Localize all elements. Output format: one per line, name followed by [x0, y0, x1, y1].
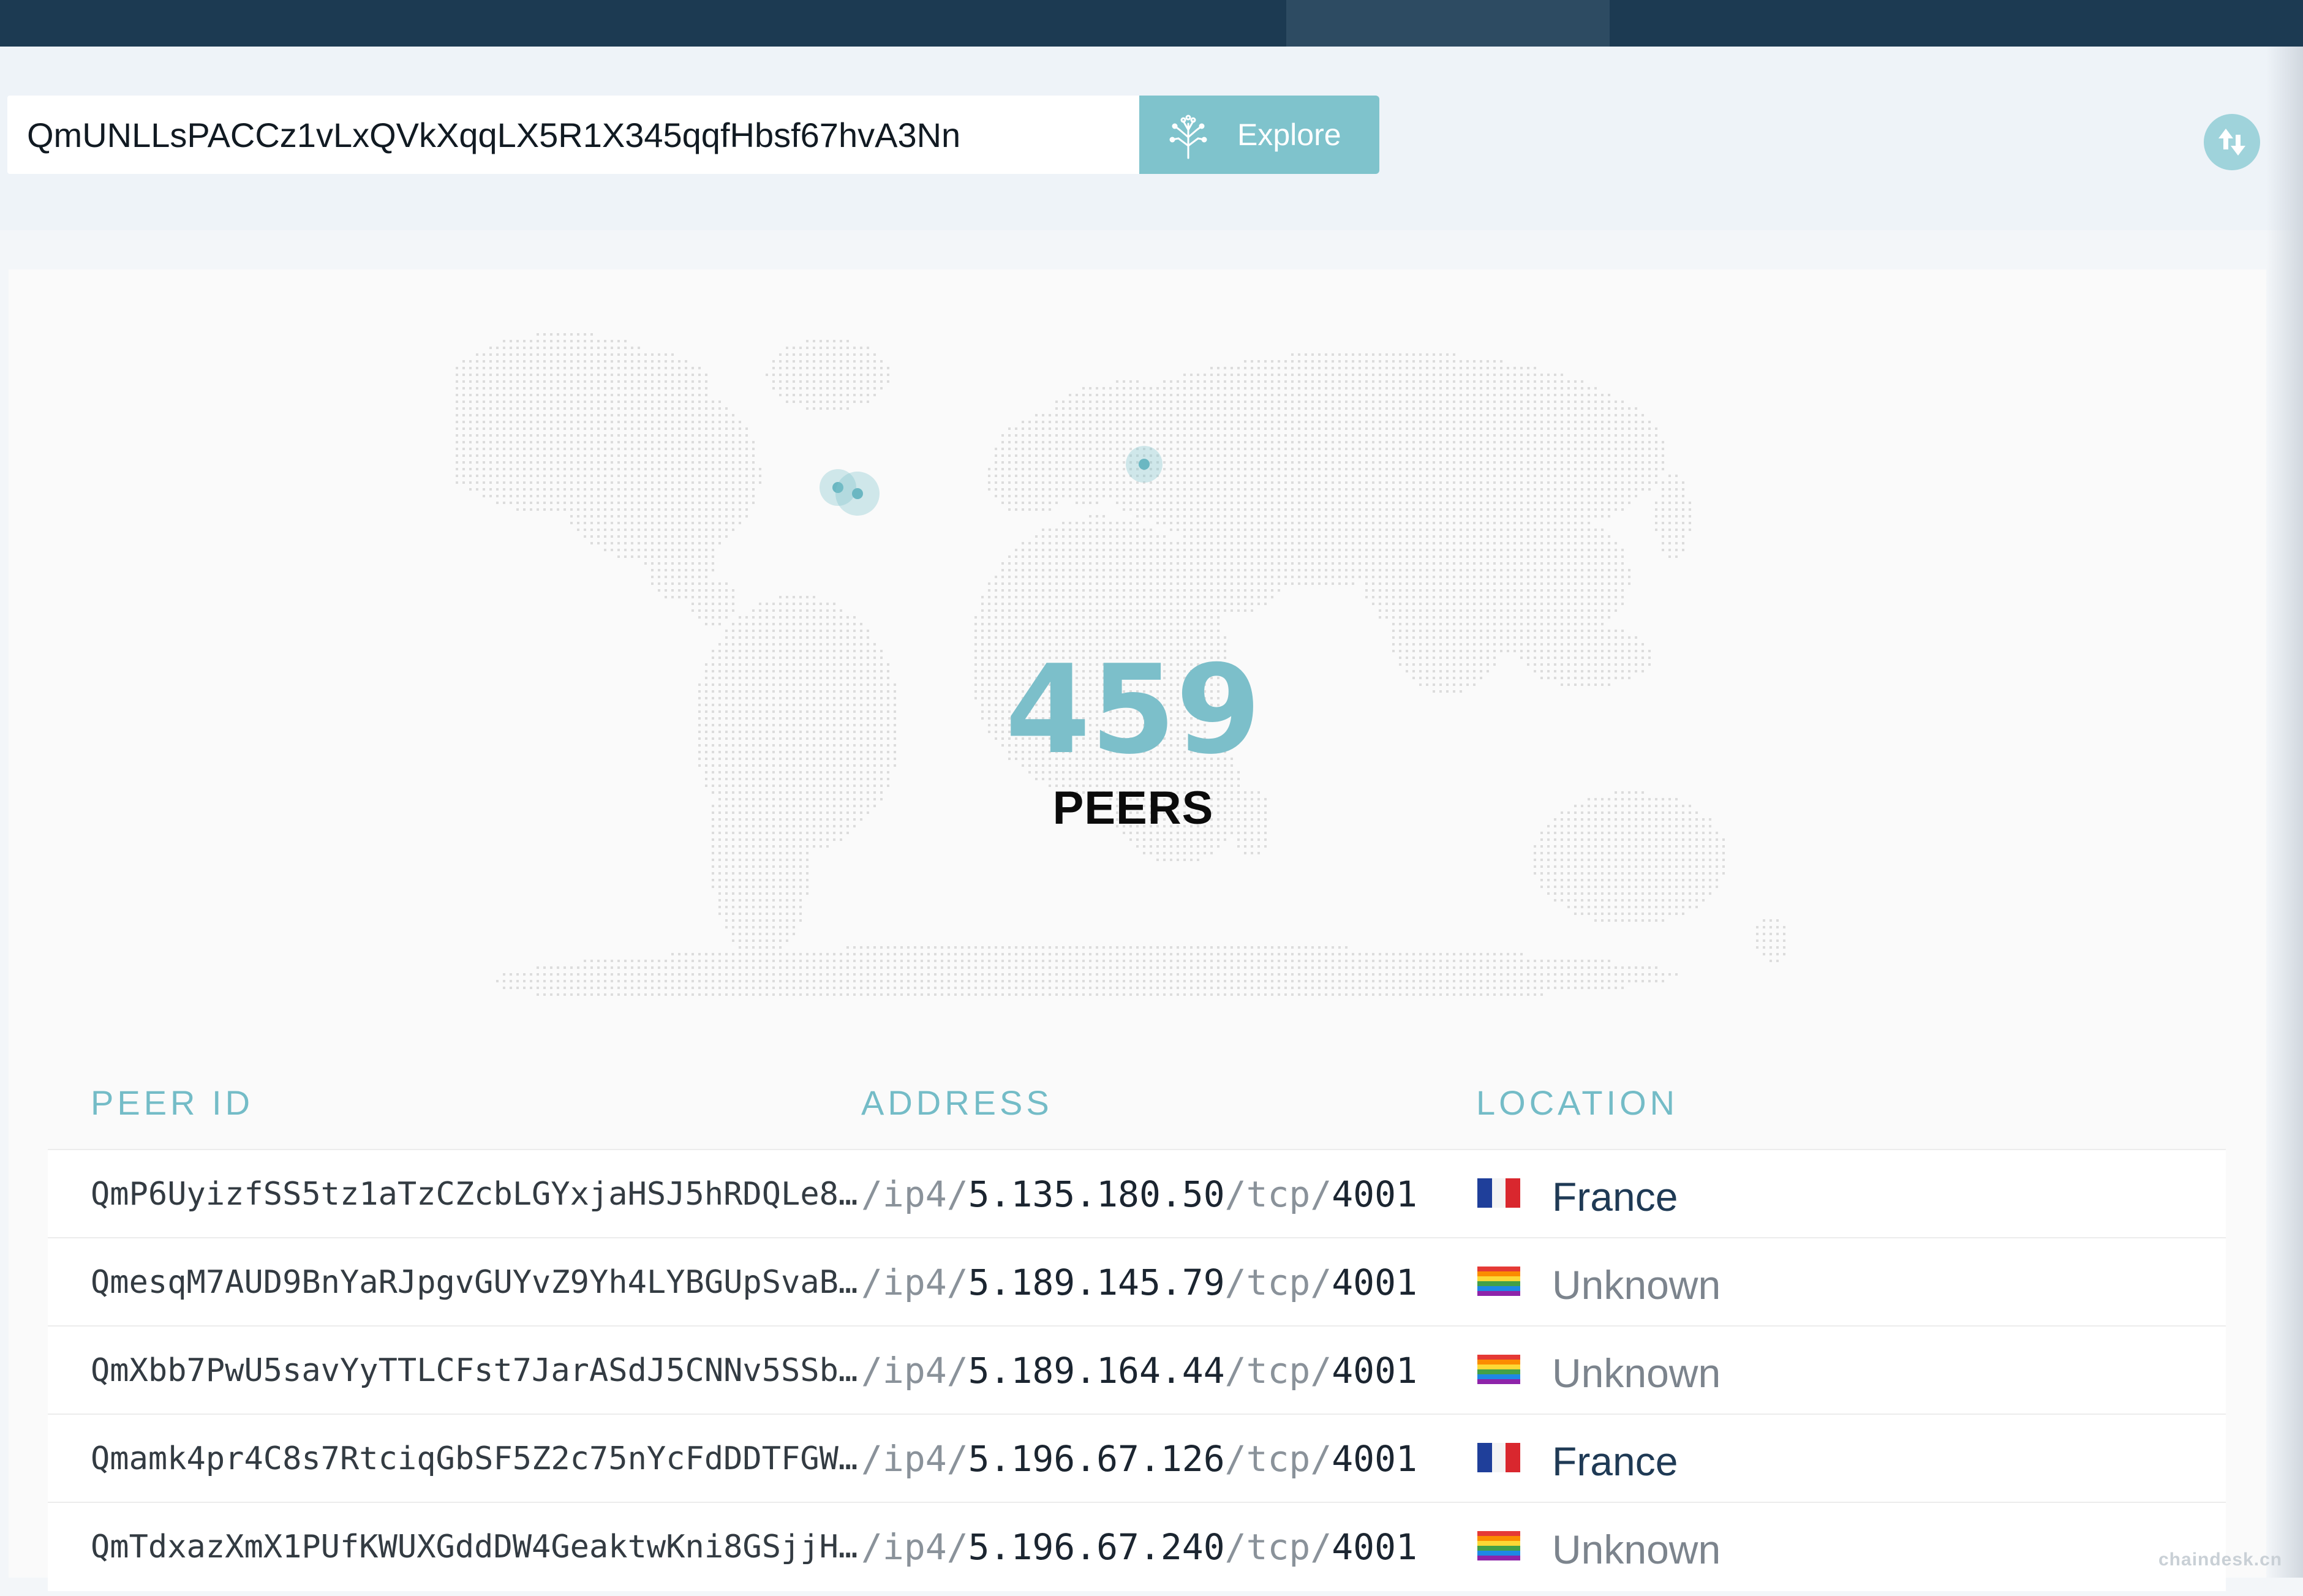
column-header-address: ADDRESS [861, 1083, 1053, 1122]
column-header-location: LOCATION [1476, 1083, 1679, 1122]
address-port: 4001 [1332, 1262, 1417, 1303]
address-protocol: ip4 [882, 1350, 947, 1391]
address-transport: tcp [1246, 1262, 1311, 1303]
peer-address: /ip4/5.189.145.79/tcp/4001 [861, 1262, 1417, 1303]
table-row[interactable]: QmesqM7AUD9BnYaRJpgvGUYvZ9Yh4LYBGUpSvaBo… [48, 1237, 2226, 1327]
peer-id[interactable]: QmTdxazXmX1PUfKWUXGddDW4GeaktwKni8GSjjHh… [91, 1503, 869, 1591]
address-ip: 5.196.67.240 [968, 1526, 1225, 1568]
peer-address: /ip4/5.135.180.50/tcp/4001 [861, 1173, 1417, 1215]
peer-location-dot [1139, 459, 1150, 470]
peer-address: /ip4/5.196.67.240/tcp/4001 [861, 1526, 1417, 1568]
peer-count-label: PEERS [1052, 782, 1214, 834]
rainbow-flag-icon [1477, 1267, 1520, 1296]
peer-location: France [1552, 1174, 1678, 1219]
address-protocol: ip4 [882, 1526, 947, 1568]
peer-location: Unknown [1552, 1350, 1721, 1396]
address-transport: tcp [1246, 1173, 1311, 1215]
peer-id[interactable]: QmP6UyizfSS5tz1aTzCZcbLGYxjaHSJ5hRDQLe8X… [91, 1150, 869, 1238]
tree-icon [1169, 115, 1207, 159]
address-transport: tcp [1246, 1438, 1311, 1480]
peer-location-dot [852, 488, 863, 499]
address-port: 4001 [1332, 1173, 1417, 1215]
explore-button[interactable]: Explore [1139, 96, 1379, 174]
address-ip: 5.189.164.44 [968, 1350, 1225, 1391]
address-transport: tcp [1246, 1350, 1311, 1391]
sync-button[interactable] [2204, 114, 2260, 170]
up-down-arrows-icon [2218, 129, 2245, 156]
peer-address: /ip4/5.196.67.126/tcp/4001 [861, 1438, 1417, 1480]
table-row[interactable]: Qmamk4pr4C8s7RtciqGbSF5Z2c75nYcFdDDTFGWt… [48, 1413, 2226, 1503]
panel-edge-shadow [2266, 47, 2303, 1578]
peer-location: Unknown [1552, 1527, 1721, 1572]
peer-location: Unknown [1552, 1262, 1721, 1308]
rainbow-flag-icon [1477, 1355, 1520, 1384]
address-protocol: ip4 [882, 1262, 947, 1303]
table-row[interactable]: QmP6UyizfSS5tz1aTzCZcbLGYxjaHSJ5hRDQLe8X… [48, 1149, 2226, 1238]
explore-button-label: Explore [1237, 118, 1341, 152]
france-flag-icon [1477, 1178, 1520, 1208]
address-protocol: ip4 [882, 1438, 947, 1480]
top-nav-bar [0, 0, 2303, 47]
rainbow-flag-icon [1477, 1531, 1520, 1560]
address-ip: 5.135.180.50 [968, 1173, 1225, 1215]
address-ip: 5.189.145.79 [968, 1262, 1225, 1303]
peer-id[interactable]: Qmamk4pr4C8s7RtciqGbSF5Z2c75nYcFdDDTFGWt… [91, 1415, 869, 1503]
table-row[interactable]: QmTdxazXmX1PUfKWUXGddDW4GeaktwKni8GSjjHh… [48, 1502, 2226, 1591]
column-header-peer-id: PEER ID [91, 1083, 254, 1122]
address-ip: 5.196.67.126 [968, 1438, 1225, 1480]
address-port: 4001 [1332, 1438, 1417, 1480]
france-flag-icon [1477, 1443, 1520, 1472]
peer-id[interactable]: QmesqM7AUD9BnYaRJpgvGUYvZ9Yh4LYBGUpSvaBo… [91, 1238, 869, 1327]
peer-location: France [1552, 1439, 1678, 1484]
address-protocol: ip4 [882, 1173, 947, 1215]
address-port: 4001 [1332, 1526, 1417, 1568]
search-input[interactable] [7, 96, 1139, 174]
table-row[interactable]: QmXbb7PwU5savYyTTLCFst7JarASdJ5CNNv5SSb5… [48, 1325, 2226, 1415]
watermark: chaindesk.cn [2158, 1549, 2283, 1570]
nav-active-tab[interactable] [1286, 0, 1610, 47]
peer-address: /ip4/5.189.164.44/tcp/4001 [861, 1350, 1417, 1391]
address-transport: tcp [1246, 1526, 1311, 1568]
address-port: 4001 [1332, 1350, 1417, 1391]
peer-count: 459 [1005, 639, 1261, 781]
peer-id[interactable]: QmXbb7PwU5savYyTTLCFst7JarASdJ5CNNv5SSb5… [91, 1327, 869, 1415]
